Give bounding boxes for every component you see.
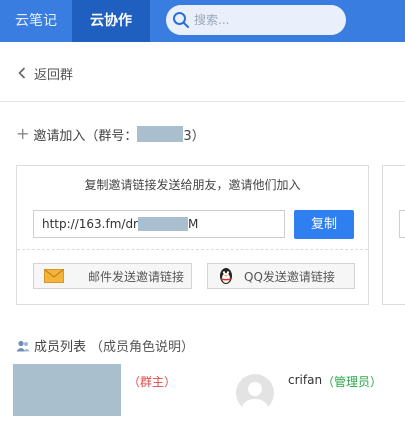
mail-icon [44, 269, 64, 283]
qq-penguin-icon [220, 268, 232, 284]
invite-link-suffix: M [188, 217, 199, 231]
back-to-group-link[interactable]: 返回群 [18, 64, 74, 83]
default-user-icon [242, 382, 268, 412]
member-list-title: 成员列表 [34, 340, 87, 355]
member-name[interactable]: crifan [288, 373, 322, 387]
divider [17, 249, 368, 250]
back-label: 返回群 [34, 67, 74, 83]
copy-button[interactable]: 复制 [294, 210, 354, 239]
users-icon [16, 340, 30, 351]
redacted-group-id [137, 126, 184, 142]
invite-heading: + 邀请加入（群号： 3） [16, 124, 205, 144]
member-role-note-link[interactable]: （成员角色说明） [90, 336, 194, 355]
side-panel-edge [382, 165, 405, 305]
invite-label-suffix: 3） [183, 128, 205, 144]
side-panel-field [399, 210, 405, 238]
redacted-link-part [138, 216, 188, 231]
invite-panel-title: 复制邀请链接发送给朋友，邀请他们加入 [84, 178, 301, 192]
search-input[interactable] [194, 11, 334, 29]
top-bar: 云笔记 云协作 [0, 0, 405, 42]
mail-invite-button[interactable]: 邮件发送邀请链接 [33, 263, 192, 289]
chevron-left-icon [18, 67, 26, 79]
plus-icon: + [16, 124, 30, 143]
invite-panel: 复制邀请链接发送给朋友，邀请他们加入 http://163.fm/dr M 复制 … [16, 165, 369, 305]
invite-label-prefix: 邀请加入（群号： [33, 128, 138, 144]
member-list-heading: 成员列表 （成员角色说明） [16, 336, 194, 355]
search-box[interactable] [166, 5, 346, 35]
owner-role-badge: （群主） [128, 375, 177, 389]
tab-cloud-collab[interactable]: 云协作 [72, 0, 150, 42]
admin-role-badge: （管理员） [322, 375, 383, 389]
qq-invite-button[interactable]: QQ发送邀请链接 [207, 263, 355, 289]
invite-link-prefix: http://163.fm/dr [42, 217, 138, 231]
avatar[interactable] [236, 374, 274, 412]
qq-invite-label: QQ发送邀请链接 [244, 269, 335, 284]
mail-invite-label: 邮件发送邀请链接 [88, 269, 185, 284]
invite-link-field[interactable]: http://163.fm/dr M [33, 210, 285, 238]
owner-avatar-redacted[interactable] [13, 364, 121, 416]
search-icon [173, 12, 189, 28]
tab-cloud-notes[interactable]: 云笔记 [0, 0, 72, 42]
back-bar: 返回群 [0, 42, 405, 102]
